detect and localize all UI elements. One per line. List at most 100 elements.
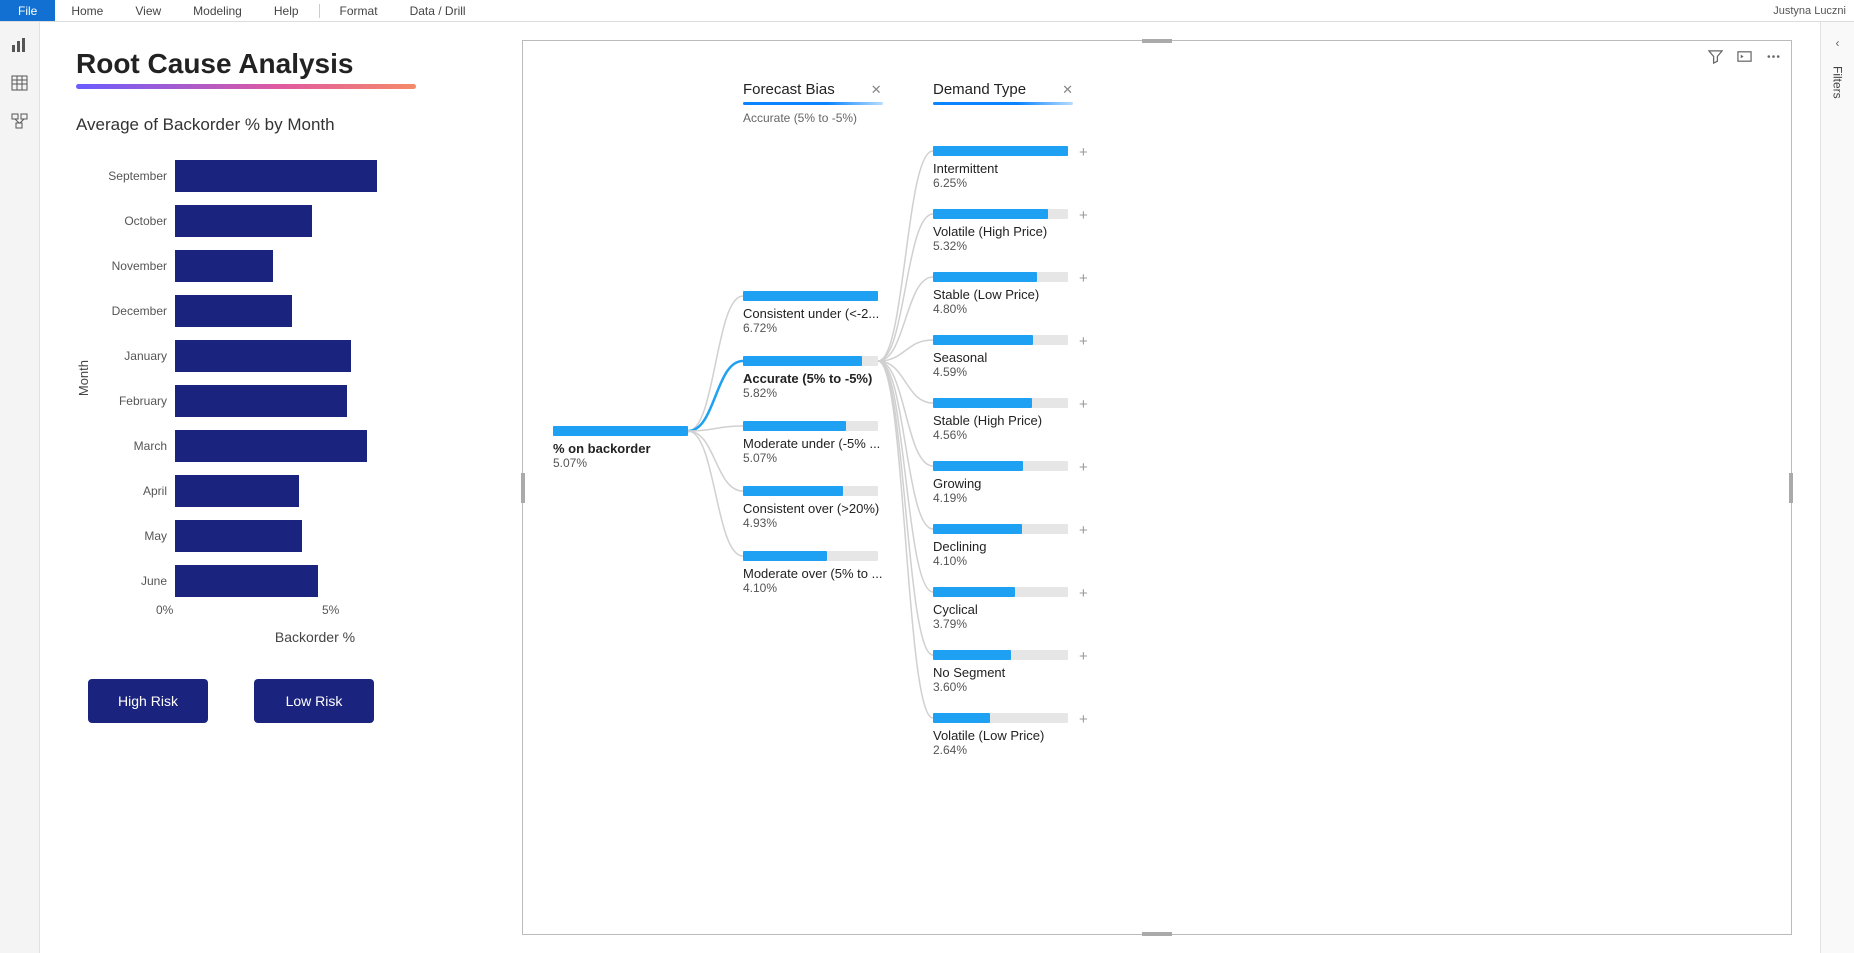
tab-format[interactable]: Format (324, 1, 394, 21)
user-label: Justyna Luczni (1773, 5, 1846, 17)
col1-remove-icon[interactable]: ✕ (871, 82, 882, 98)
node-bar (933, 461, 1068, 471)
node-bar (933, 713, 1068, 723)
bar-fill (175, 340, 351, 372)
expand-node-icon[interactable]: + (1079, 585, 1088, 602)
bar-row[interactable]: April (97, 468, 494, 513)
node-bar (933, 272, 1068, 282)
node-value: 6.72% (743, 321, 879, 335)
bar-track (175, 475, 435, 507)
left-rail (0, 22, 40, 953)
node-bar-fill (743, 291, 878, 301)
file-tab[interactable]: File (0, 0, 55, 21)
expand-node-icon[interactable]: + (1079, 396, 1088, 413)
tree-node[interactable]: Moderate over (5% to ...4.10% (743, 551, 882, 595)
expand-node-icon[interactable]: + (1079, 711, 1088, 728)
bar-fill (175, 205, 312, 237)
bar-row[interactable]: November (97, 243, 494, 288)
expand-node-icon[interactable]: + (1079, 522, 1088, 539)
node-label: Accurate (5% to -5%) (743, 371, 878, 386)
node-label: Stable (Low Price) (933, 287, 1068, 302)
expand-filters-icon[interactable]: ‹ (1836, 36, 1840, 50)
bar-row[interactable]: October (97, 198, 494, 243)
node-value: 2.64% (933, 743, 1068, 757)
tree-node[interactable]: Seasonal4.59%+ (933, 335, 1068, 379)
node-label: Moderate under (-5% ... (743, 436, 880, 451)
tree-node[interactable]: Moderate under (-5% ...5.07% (743, 421, 880, 465)
node-value: 4.56% (933, 428, 1068, 442)
node-value: 3.60% (933, 680, 1068, 694)
node-value: 5.82% (743, 386, 878, 400)
expand-node-icon[interactable]: + (1079, 207, 1088, 224)
ribbon: File Home View Modeling Help Format Data… (0, 0, 1854, 22)
tree-node[interactable]: Declining4.10%+ (933, 524, 1068, 568)
tab-data-drill[interactable]: Data / Drill (394, 1, 482, 21)
expand-node-icon[interactable]: + (1079, 648, 1088, 665)
tree-node[interactable]: Stable (High Price)4.56%+ (933, 398, 1068, 442)
node-bar (933, 524, 1068, 534)
bar-fill (175, 520, 302, 552)
col2-remove-icon[interactable]: ✕ (1062, 82, 1073, 98)
bar-chart[interactable]: Month SeptemberOctoberNovemberDecemberJa… (76, 153, 494, 603)
tree-node[interactable]: Volatile (High Price)5.32%+ (933, 209, 1068, 253)
bar-row[interactable]: January (97, 333, 494, 378)
filters-pane-collapsed[interactable]: ‹ Filters (1820, 22, 1854, 953)
page-title: Root Cause Analysis (76, 48, 494, 80)
low-risk-button[interactable]: Low Risk (254, 679, 374, 723)
high-risk-button[interactable]: High Risk (88, 679, 208, 723)
tree-node[interactable]: % on backorder5.07% (553, 426, 688, 470)
expand-node-icon[interactable]: + (1079, 144, 1088, 161)
node-bar-fill (933, 398, 1032, 408)
bar-row[interactable]: September (97, 153, 494, 198)
node-label: Growing (933, 476, 1068, 491)
bar-fill (175, 475, 299, 507)
node-bar-fill (933, 650, 1011, 660)
tree-node[interactable]: Intermittent6.25%+ (933, 146, 1068, 190)
more-options-icon[interactable] (1766, 49, 1781, 68)
node-value: 3.79% (933, 617, 1068, 631)
bar-fill (175, 565, 318, 597)
tab-modeling[interactable]: Modeling (177, 1, 258, 21)
bar-row[interactable]: February (97, 378, 494, 423)
chart-title: Average of Backorder % by Month (76, 115, 494, 135)
expand-node-icon[interactable]: + (1079, 459, 1088, 476)
resize-handle-right[interactable] (1789, 473, 1793, 503)
tree-node[interactable]: Cyclical3.79%+ (933, 587, 1068, 631)
tree-node[interactable]: Consistent under (<-2...6.72% (743, 291, 879, 335)
resize-handle-left[interactable] (521, 473, 525, 503)
bar-row[interactable]: March (97, 423, 494, 468)
node-bar-fill (743, 551, 827, 561)
data-view-icon[interactable] (11, 74, 29, 92)
node-value: 6.25% (933, 176, 1068, 190)
tree-node[interactable]: Accurate (5% to -5%)5.82% (743, 356, 878, 400)
node-label: Cyclical (933, 602, 1068, 617)
bar-row[interactable]: May (97, 513, 494, 558)
filter-icon[interactable] (1708, 49, 1723, 68)
node-bar-fill (933, 209, 1048, 219)
node-bar-fill (933, 713, 990, 723)
y-axis-label: Month (76, 360, 91, 396)
bar-fill (175, 250, 273, 282)
model-view-icon[interactable] (11, 112, 29, 130)
bar-fill (175, 385, 347, 417)
col2-label: Demand Type (933, 81, 1026, 98)
focus-mode-icon[interactable] (1737, 49, 1752, 68)
bar-row[interactable]: June (97, 558, 494, 603)
node-bar-fill (743, 486, 843, 496)
tab-help[interactable]: Help (258, 1, 315, 21)
expand-node-icon[interactable]: + (1079, 270, 1088, 287)
report-view-icon[interactable] (11, 36, 29, 54)
tree-node[interactable]: Consistent over (>20%)4.93% (743, 486, 879, 530)
tab-view[interactable]: View (119, 1, 177, 21)
tree-node[interactable]: No Segment3.60%+ (933, 650, 1068, 694)
tree-node[interactable]: Volatile (Low Price)2.64%+ (933, 713, 1068, 757)
bar-row[interactable]: December (97, 288, 494, 333)
node-bar (933, 335, 1068, 345)
decomposition-tree-visual[interactable]: Forecast Bias ✕ Accurate (5% to -5%) Dem… (522, 40, 1792, 935)
tab-home[interactable]: Home (55, 1, 119, 21)
tree-column-1-header: Forecast Bias ✕ Accurate (5% to -5%) (743, 81, 883, 125)
tree-node[interactable]: Stable (Low Price)4.80%+ (933, 272, 1068, 316)
tree-node[interactable]: Growing4.19%+ (933, 461, 1068, 505)
expand-node-icon[interactable]: + (1079, 333, 1088, 350)
report-canvas: Root Cause Analysis Average of Backorder… (40, 22, 1820, 953)
